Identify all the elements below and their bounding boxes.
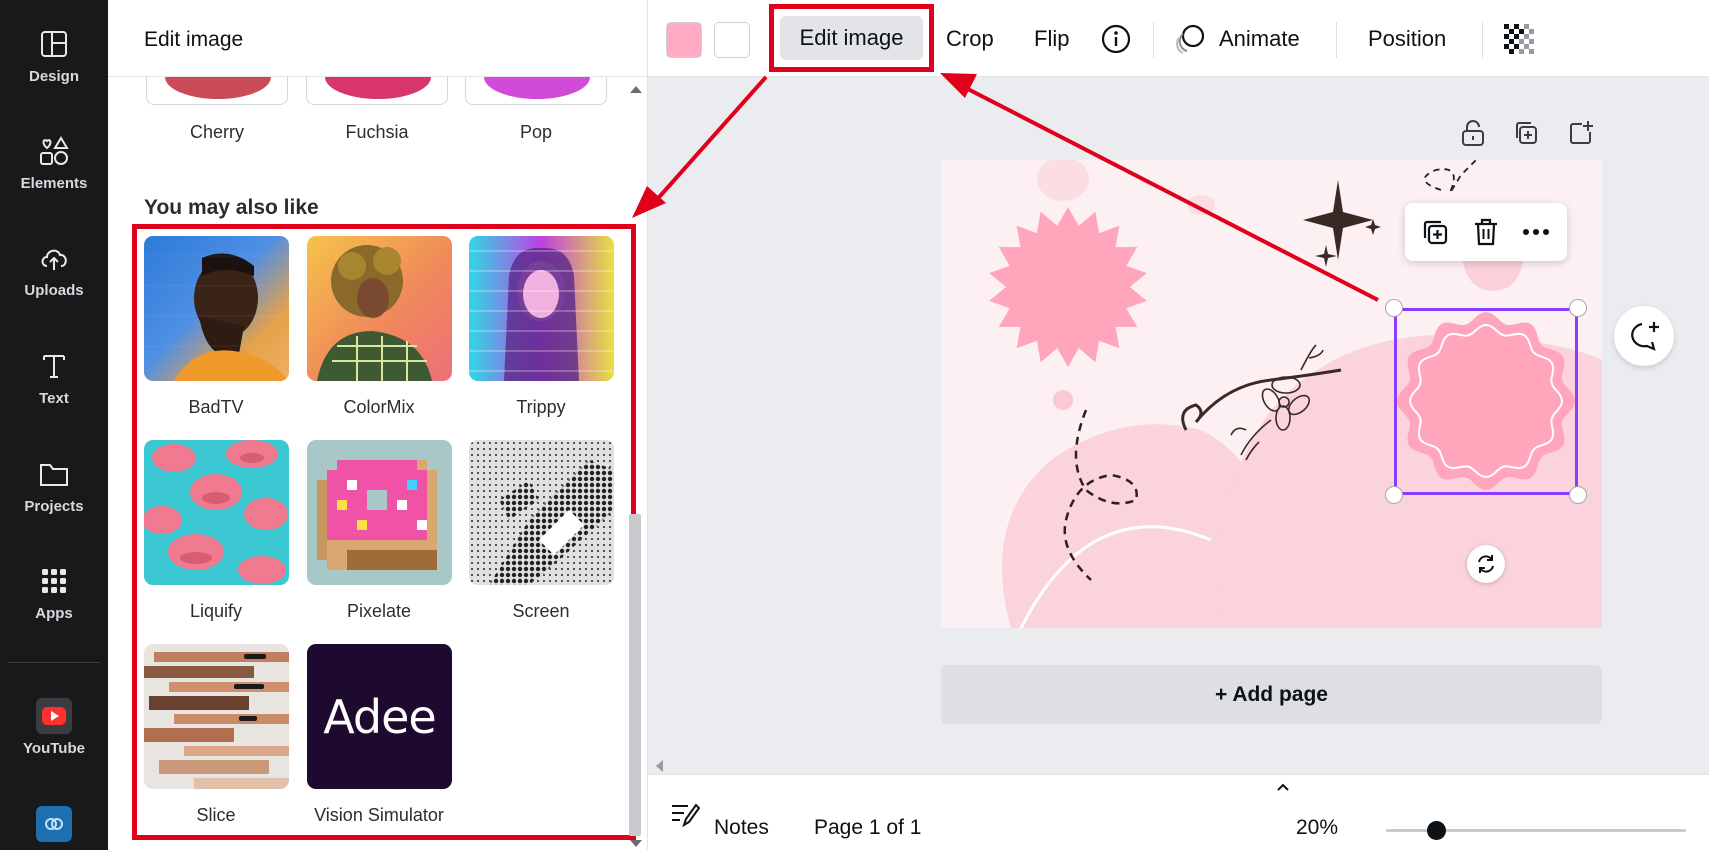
more-options-icon[interactable] bbox=[1521, 217, 1551, 247]
rail-item-design[interactable]: Design bbox=[0, 0, 108, 100]
effect-preview bbox=[484, 77, 590, 99]
rail-item-projects[interactable]: Projects bbox=[0, 430, 108, 530]
resize-handle[interactable] bbox=[1385, 486, 1403, 504]
effect-badtv-tile[interactable] bbox=[144, 236, 289, 381]
duplicate-icon[interactable] bbox=[1420, 217, 1450, 247]
rail-item-elements[interactable]: Elements bbox=[0, 107, 108, 207]
info-icon[interactable] bbox=[1100, 0, 1132, 77]
toolbar-divider bbox=[1482, 22, 1483, 58]
effect-vision-simulator-tile[interactable]: Adee bbox=[307, 644, 452, 789]
layout-icon bbox=[38, 28, 70, 60]
rail-label: Elements bbox=[20, 175, 88, 192]
text-icon bbox=[38, 350, 70, 382]
scrollbar-thumb[interactable] bbox=[629, 514, 641, 836]
effect-label: Vision Simulator bbox=[314, 805, 444, 825]
page-indicator[interactable]: Page 1 of 1 bbox=[814, 816, 921, 840]
app-logo-icon[interactable] bbox=[36, 806, 72, 842]
animate-button[interactable]: Animate bbox=[1219, 0, 1300, 77]
notes-button[interactable]: Notes bbox=[714, 816, 769, 840]
rail-label: Projects bbox=[24, 498, 84, 515]
effect-pop-thumbnail[interactable] bbox=[465, 77, 607, 105]
adee-logo: Adee bbox=[323, 689, 436, 744]
top-toolbar: Edit image Crop Flip Animate Position bbox=[648, 0, 1709, 77]
shapes-icon bbox=[38, 135, 70, 167]
resize-handle[interactable] bbox=[1385, 299, 1403, 317]
add-comment-icon[interactable] bbox=[1614, 306, 1674, 366]
chevron-up-icon bbox=[1277, 783, 1289, 791]
cloud-upload-icon bbox=[38, 242, 70, 274]
effect-label: Screen bbox=[512, 601, 570, 621]
element-context-menu bbox=[1405, 203, 1567, 261]
color-swatch-white[interactable] bbox=[714, 22, 750, 58]
grid-icon bbox=[38, 565, 70, 597]
effect-colormix-tile[interactable] bbox=[307, 236, 452, 381]
effect-slice-tile[interactable] bbox=[144, 644, 289, 789]
edit-image-panel: Edit image Cherry Fuchsia Pop You may al… bbox=[108, 0, 648, 850]
position-button[interactable]: Position bbox=[1368, 0, 1446, 77]
rotate-icon[interactable] bbox=[1467, 545, 1505, 583]
rail-label: Text bbox=[39, 390, 69, 407]
effect-label: Cherry bbox=[189, 122, 244, 142]
left-rail: Design Elements Uploads Text Projects Ap… bbox=[0, 0, 108, 850]
panel-title: Edit image bbox=[144, 28, 244, 51]
edit-image-button[interactable]: Edit image bbox=[780, 16, 923, 60]
animate-icon[interactable] bbox=[1174, 0, 1206, 77]
effect-preview bbox=[325, 77, 431, 99]
bottom-bar bbox=[648, 774, 1709, 850]
flip-button[interactable]: Flip bbox=[1034, 0, 1069, 77]
effect-trippy-tile[interactable] bbox=[469, 236, 614, 381]
effect-label: Fuchsia bbox=[345, 122, 409, 142]
toolbar-divider bbox=[1336, 22, 1337, 58]
effect-fuchsia-thumbnail[interactable] bbox=[306, 77, 448, 105]
rail-label: Uploads bbox=[24, 282, 84, 299]
effect-label: Pixelate bbox=[346, 601, 412, 621]
rail-label: Apps bbox=[35, 605, 73, 622]
collapse-pages-button[interactable] bbox=[1230, 779, 1336, 795]
rail-item-youtube[interactable]: YouTube bbox=[0, 669, 108, 769]
effect-screen-tile[interactable] bbox=[469, 440, 614, 585]
zoom-slider-handle[interactable] bbox=[1427, 821, 1446, 840]
effect-label: Pop bbox=[519, 122, 553, 142]
scroll-left-icon[interactable] bbox=[656, 760, 663, 772]
zoom-level[interactable]: 20% bbox=[1296, 816, 1338, 840]
effect-label: BadTV bbox=[188, 397, 244, 417]
rail-label: YouTube bbox=[23, 740, 85, 757]
effect-pixelate-tile[interactable] bbox=[307, 440, 452, 585]
selection-box[interactable] bbox=[1394, 308, 1578, 495]
folder-icon bbox=[38, 458, 70, 490]
scroll-up-icon[interactable] bbox=[630, 86, 642, 93]
edit-image-highlight-box: Edit image bbox=[769, 4, 934, 72]
rail-divider bbox=[8, 662, 100, 663]
panel-header: Edit image bbox=[108, 0, 648, 77]
resize-handle[interactable] bbox=[1569, 486, 1587, 504]
notes-icon[interactable] bbox=[670, 801, 701, 832]
transparency-icon[interactable] bbox=[1504, 0, 1534, 77]
effect-label: Trippy bbox=[516, 397, 566, 417]
scroll-down-icon[interactable] bbox=[630, 840, 642, 847]
effect-label: Slice bbox=[196, 805, 236, 825]
add-page-button[interactable]: + Add page bbox=[941, 665, 1602, 724]
effect-label: ColorMix bbox=[343, 397, 415, 417]
crop-button[interactable]: Crop bbox=[946, 0, 994, 77]
rail-item-uploads[interactable]: Uploads bbox=[0, 214, 108, 314]
effect-label: Liquify bbox=[189, 601, 243, 621]
resize-handle[interactable] bbox=[1569, 299, 1587, 317]
lock-icon[interactable] bbox=[1458, 118, 1488, 148]
effect-preview bbox=[165, 77, 271, 99]
effect-cherry-thumbnail[interactable] bbox=[146, 77, 288, 105]
toolbar-divider bbox=[1153, 22, 1154, 58]
effect-liquify-tile[interactable] bbox=[144, 440, 289, 585]
add-page-icon[interactable] bbox=[1566, 118, 1596, 148]
color-swatch-pink[interactable] bbox=[666, 22, 702, 58]
youtube-icon bbox=[36, 698, 72, 734]
rail-item-text[interactable]: Text bbox=[0, 322, 108, 422]
duplicate-page-icon[interactable] bbox=[1511, 118, 1541, 148]
section-title: You may also like bbox=[144, 196, 319, 219]
rail-item-apps[interactable]: Apps bbox=[0, 537, 108, 637]
trash-icon[interactable] bbox=[1471, 217, 1501, 247]
rail-label: Design bbox=[28, 68, 79, 85]
